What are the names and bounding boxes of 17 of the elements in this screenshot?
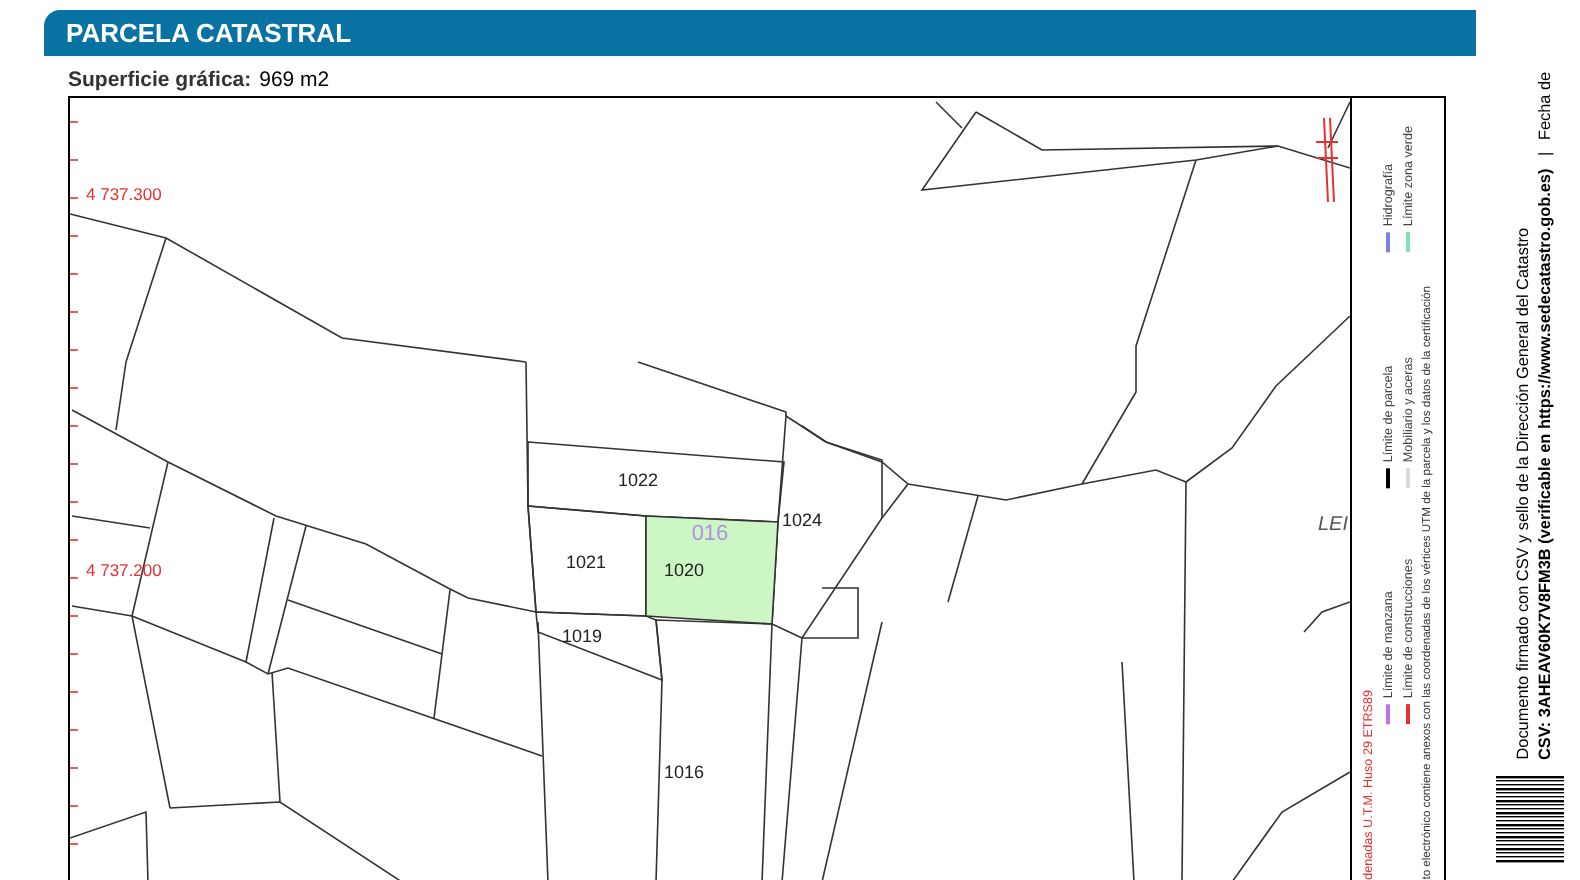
coordinate-label: 4 737.300: [86, 184, 162, 204]
date-label: Fecha de: [1536, 71, 1554, 141]
street-label: LEI: [1318, 514, 1349, 536]
block-number: 016: [691, 522, 729, 546]
section-header: PARCELA CATASTRAL: [44, 10, 1476, 56]
parcel-number: 1021: [565, 552, 607, 572]
surface-value: 969 m2: [259, 68, 330, 92]
signature-text: Documento firmado con CSV y sello de la Dirección General del Catastro: [1514, 228, 1532, 760]
surface-label: Superficie gráfica:: [68, 68, 252, 92]
parcel-number: 1020: [663, 560, 705, 580]
csv-text: CSV: 3AHEAV60K7V8FM3B (verificable en https://www.sedecatastro.gob.es): [1536, 168, 1554, 760]
separator-text: |: [1536, 152, 1554, 157]
parcel-number: 1024: [781, 510, 823, 530]
barcode-icon: [1496, 776, 1564, 864]
parcel-number: 1019: [561, 626, 603, 646]
parcel-number: 1022: [617, 470, 659, 490]
parcel-number: 1016: [663, 762, 705, 782]
